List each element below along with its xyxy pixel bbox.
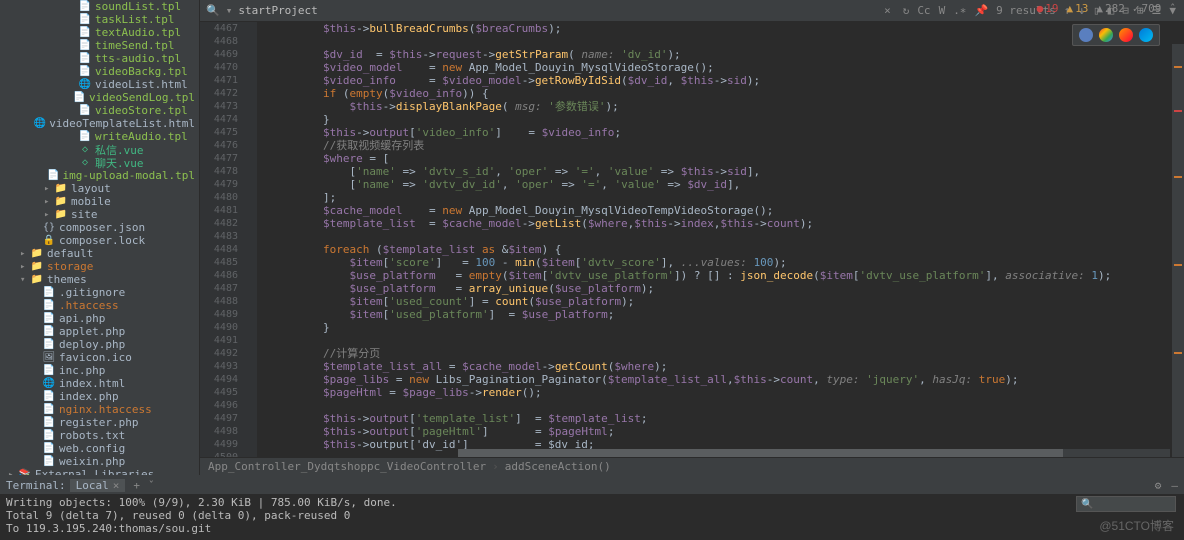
tree-item[interactable]: ▸📚External Libraries: [4, 468, 199, 475]
tree-item[interactable]: 📄img-upload-modal.tpl: [4, 169, 199, 182]
tree-item[interactable]: 📄taskList.tpl: [4, 13, 199, 26]
word-toggle[interactable]: W: [937, 2, 948, 19]
chrome-icon[interactable]: [1099, 28, 1113, 42]
tree-item[interactable]: 📄robots.txt: [4, 429, 199, 442]
minimize-terminal-icon[interactable]: —: [1171, 479, 1178, 492]
error-count[interactable]: ● 19: [1037, 2, 1059, 15]
browser-globe-icon[interactable]: [1079, 28, 1093, 42]
terminal-settings-icon[interactable]: ⚙: [1155, 479, 1162, 492]
search-dropdown-icon[interactable]: ▾: [226, 4, 233, 17]
tree-item[interactable]: 📄tts-audio.tpl: [4, 52, 199, 65]
close-search-icon[interactable]: ×: [880, 4, 895, 17]
tree-item[interactable]: 🌐videoTemplateList.html: [4, 117, 199, 130]
search-icon: 🔍: [206, 4, 220, 17]
editor-area: 🔍 ▾ startProject × ↻ Cc W .∗ 📌 9 results…: [200, 0, 1184, 475]
pin-icon[interactable]: 📌: [972, 2, 990, 19]
tree-item[interactable]: 📄weixin.php: [4, 455, 199, 468]
search-query[interactable]: startProject: [238, 4, 317, 17]
tree-item[interactable]: ▾📁themes: [4, 273, 199, 286]
tree-item[interactable]: 📄index.php: [4, 390, 199, 403]
tree-item[interactable]: 📄videoStore.tpl: [4, 104, 199, 117]
typo-count[interactable]: ✓ 709: [1133, 2, 1162, 15]
terminal-dropdown-icon[interactable]: ˇ: [148, 479, 155, 492]
browser-open-icons: [1072, 24, 1160, 46]
breadcrumb-sep: ›: [492, 460, 499, 473]
tree-item[interactable]: ▸📁site: [4, 208, 199, 221]
add-terminal-icon[interactable]: +: [129, 479, 144, 492]
tree-item[interactable]: 📄soundList.tpl: [4, 0, 199, 13]
tree-item[interactable]: 📄inc.php: [4, 364, 199, 377]
horizontal-scrollbar[interactable]: [458, 449, 1170, 457]
breadcrumb: App_Controller_Dydqtshoppc_VideoControll…: [200, 457, 1184, 475]
inspection-stats: ● 19 ▲ 13 ▲ 282 ✓ 709 ˆ: [1037, 2, 1176, 15]
tree-item[interactable]: 📄deploy.php: [4, 338, 199, 351]
weak-warning-count[interactable]: ▲ 282: [1096, 2, 1125, 15]
terminal-label: Terminal:: [6, 479, 66, 492]
chevron-up-icon[interactable]: ˆ: [1169, 2, 1176, 15]
project-explorer[interactable]: 📄soundList.tpl📄taskList.tpl📄textAudio.tp…: [0, 0, 200, 475]
firefox-icon[interactable]: [1119, 28, 1133, 42]
regex-toggle[interactable]: .∗: [951, 2, 968, 19]
line-gutter[interactable]: 4467446844694470447144724473447444754476…: [200, 22, 248, 457]
fold-column[interactable]: [248, 22, 258, 457]
tree-item[interactable]: 📄timeSend.tpl: [4, 39, 199, 52]
warning-count[interactable]: ▲ 13: [1067, 2, 1089, 15]
search-icon: 🔍: [1081, 498, 1093, 511]
tree-item[interactable]: 🌐videoList.html: [4, 78, 199, 91]
prev-occurrence-icon[interactable]: ↻: [901, 2, 912, 19]
code-content[interactable]: $this->bullBreadCrumbs($breaCrumbs); $dv…: [258, 22, 1184, 457]
tree-item[interactable]: ▸📁storage: [4, 260, 199, 273]
terminal-search[interactable]: 🔍: [1076, 496, 1176, 512]
close-tab-icon[interactable]: ×: [113, 479, 120, 492]
tree-item[interactable]: 📄applet.php: [4, 325, 199, 338]
tree-item[interactable]: ◇聊天.vue: [4, 156, 199, 169]
tree-item[interactable]: ▸📁default: [4, 247, 199, 260]
case-toggle[interactable]: Cc: [915, 2, 932, 19]
terminal-tabs: Terminal: Local× + ˇ ⚙ —: [0, 476, 1184, 494]
tree-item[interactable]: 🌐index.html: [4, 377, 199, 390]
tree-item[interactable]: {}composer.json: [4, 221, 199, 234]
tree-item[interactable]: ▸📁layout: [4, 182, 199, 195]
tree-item[interactable]: 📄videoBackg.tpl: [4, 65, 199, 78]
watermark: @51CTO博客: [1099, 517, 1174, 534]
terminal-body[interactable]: Writing objects: 100% (9/9), 2.30 KiB | …: [0, 494, 1184, 540]
edge-icon[interactable]: [1139, 28, 1153, 42]
tree-item[interactable]: 📄videoSendLog.tpl: [4, 91, 199, 104]
tree-item[interactable]: 📄web.config: [4, 442, 199, 455]
tree-item[interactable]: ▸📁mobile: [4, 195, 199, 208]
breadcrumb-method[interactable]: addSceneAction(): [505, 460, 611, 473]
tree-item[interactable]: 📄api.php: [4, 312, 199, 325]
tree-item[interactable]: 🖼favicon.ico: [4, 351, 199, 364]
tree-item[interactable]: 📄.htaccess: [4, 299, 199, 312]
error-stripe[interactable]: [1172, 44, 1184, 457]
terminal-tab-local[interactable]: Local×: [70, 479, 126, 492]
breadcrumb-class[interactable]: App_Controller_Dydqtshoppc_VideoControll…: [208, 460, 486, 473]
tree-item[interactable]: 🔒composer.lock: [4, 234, 199, 247]
tree-item[interactable]: 📄nginx.htaccess: [4, 403, 199, 416]
tree-item[interactable]: 📄.gitignore: [4, 286, 199, 299]
tree-item[interactable]: 📄textAudio.tpl: [4, 26, 199, 39]
terminal-panel: Terminal: Local× + ˇ ⚙ — Writing objects…: [0, 475, 1184, 540]
tree-item[interactable]: 📄register.php: [4, 416, 199, 429]
